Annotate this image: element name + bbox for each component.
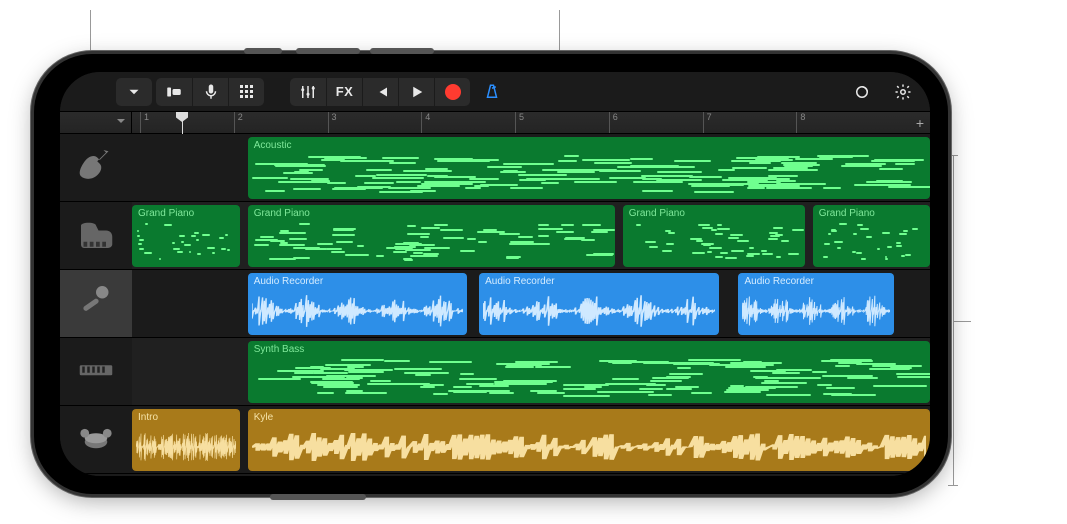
microphone-button[interactable] <box>192 78 228 106</box>
region-midi[interactable]: Synth Bass <box>248 341 930 403</box>
my-songs-button[interactable] <box>116 78 152 106</box>
grid-icon <box>240 85 253 98</box>
toolbar: FX <box>60 72 930 112</box>
region-midi[interactable]: Acoustic <box>248 137 930 199</box>
region-audio[interactable]: Audio Recorder <box>738 273 894 335</box>
region-label: Audio Recorder <box>485 276 712 287</box>
device-notch <box>34 189 60 359</box>
go-to-beginning-button[interactable] <box>362 78 398 106</box>
instrument-grid-button[interactable] <box>228 78 264 106</box>
region-label: Audio Recorder <box>254 276 461 287</box>
fx-button[interactable]: FX <box>326 78 362 106</box>
region-label: Grand Piano <box>138 208 234 219</box>
region-label: Synth Bass <box>254 344 924 355</box>
loop-browser-button[interactable] <box>844 78 880 106</box>
ruler-bar-marker: 4 <box>421 112 430 133</box>
ruler-bar-marker: 5 <box>515 112 524 133</box>
ruler-bar-marker: 3 <box>328 112 337 133</box>
keyboard-icon <box>76 349 116 394</box>
region-audio[interactable]: Audio Recorder <box>248 273 467 335</box>
ruler-bar-marker: 1 <box>140 112 149 133</box>
region-midi[interactable]: Grand Piano <box>248 205 615 267</box>
track-header-drums[interactable] <box>60 406 132 474</box>
waveform <box>742 291 890 331</box>
region-label: Grand Piano <box>254 208 609 219</box>
track-header-piano[interactable] <box>60 202 132 270</box>
region-drums[interactable]: Kyle <box>248 409 930 471</box>
ruler-bar-marker: 7 <box>703 112 712 133</box>
volume-up-button <box>296 48 360 54</box>
region-label: Grand Piano <box>629 208 799 219</box>
region-label: Acoustic <box>254 140 924 151</box>
midi-notes <box>252 155 926 195</box>
ruler-bar-marker: 8 <box>796 112 805 133</box>
device-frame: FX <box>34 54 948 494</box>
region-midi[interactable]: Grand Piano <box>132 205 240 267</box>
waveform <box>136 427 236 467</box>
midi-notes <box>136 223 236 263</box>
ruler-bar-marker: 2 <box>234 112 243 133</box>
side-button <box>270 494 366 500</box>
track-headers <box>60 134 132 476</box>
play-button[interactable] <box>398 78 434 106</box>
midi-notes <box>252 359 926 399</box>
ruler-ticks[interactable]: + 1 2 3 4 5 6 7 8 <box>132 112 930 133</box>
region-midi[interactable]: Grand Piano <box>623 205 805 267</box>
midi-notes <box>817 223 926 263</box>
record-button[interactable] <box>434 78 470 106</box>
app-screen: FX <box>60 72 930 476</box>
track-header-guitar[interactable] <box>60 134 132 202</box>
region-audio[interactable]: Audio Recorder <box>479 273 718 335</box>
browser-button[interactable] <box>156 78 192 106</box>
ruler-bar-marker: 6 <box>609 112 618 133</box>
microphone-icon <box>76 281 116 326</box>
waveform <box>252 427 926 467</box>
volume-down-button <box>370 48 434 54</box>
record-icon <box>445 84 461 100</box>
callout-line-tracks-h <box>953 321 971 322</box>
timeline[interactable]: Acoustic Grand Piano Grand Piano Grand Pian… <box>132 134 930 476</box>
callout-tick-top <box>948 155 958 156</box>
piano-icon <box>76 213 116 258</box>
track-header-microphone[interactable] <box>60 270 132 338</box>
region-label: Grand Piano <box>819 208 924 219</box>
mute-switch <box>244 48 282 54</box>
midi-notes <box>627 223 801 263</box>
track-controls-button[interactable] <box>290 78 326 106</box>
waveform <box>483 291 714 331</box>
ruler[interactable]: + 1 2 3 4 5 6 7 8 <box>60 112 930 134</box>
callout-line-tracks <box>953 155 954 485</box>
region-label: Kyle <box>254 412 924 423</box>
drums-icon <box>76 417 116 462</box>
region-label: Audio Recorder <box>744 276 888 287</box>
ruler-header-toggle[interactable] <box>60 112 132 133</box>
metronome-button[interactable] <box>474 78 510 106</box>
waveform <box>252 291 463 331</box>
tracks-area: Acoustic Grand Piano Grand Piano Grand Pian… <box>60 134 930 476</box>
callout-tick-bottom <box>948 485 958 486</box>
settings-button[interactable] <box>884 78 920 106</box>
region-label: Intro <box>138 412 234 423</box>
guitar-icon <box>76 145 116 190</box>
region-midi[interactable]: Grand Piano <box>813 205 930 267</box>
add-section-button[interactable]: + <box>916 115 924 131</box>
midi-notes <box>252 223 611 263</box>
track-header-keyboard[interactable] <box>60 338 132 406</box>
region-drums[interactable]: Intro <box>132 409 240 471</box>
